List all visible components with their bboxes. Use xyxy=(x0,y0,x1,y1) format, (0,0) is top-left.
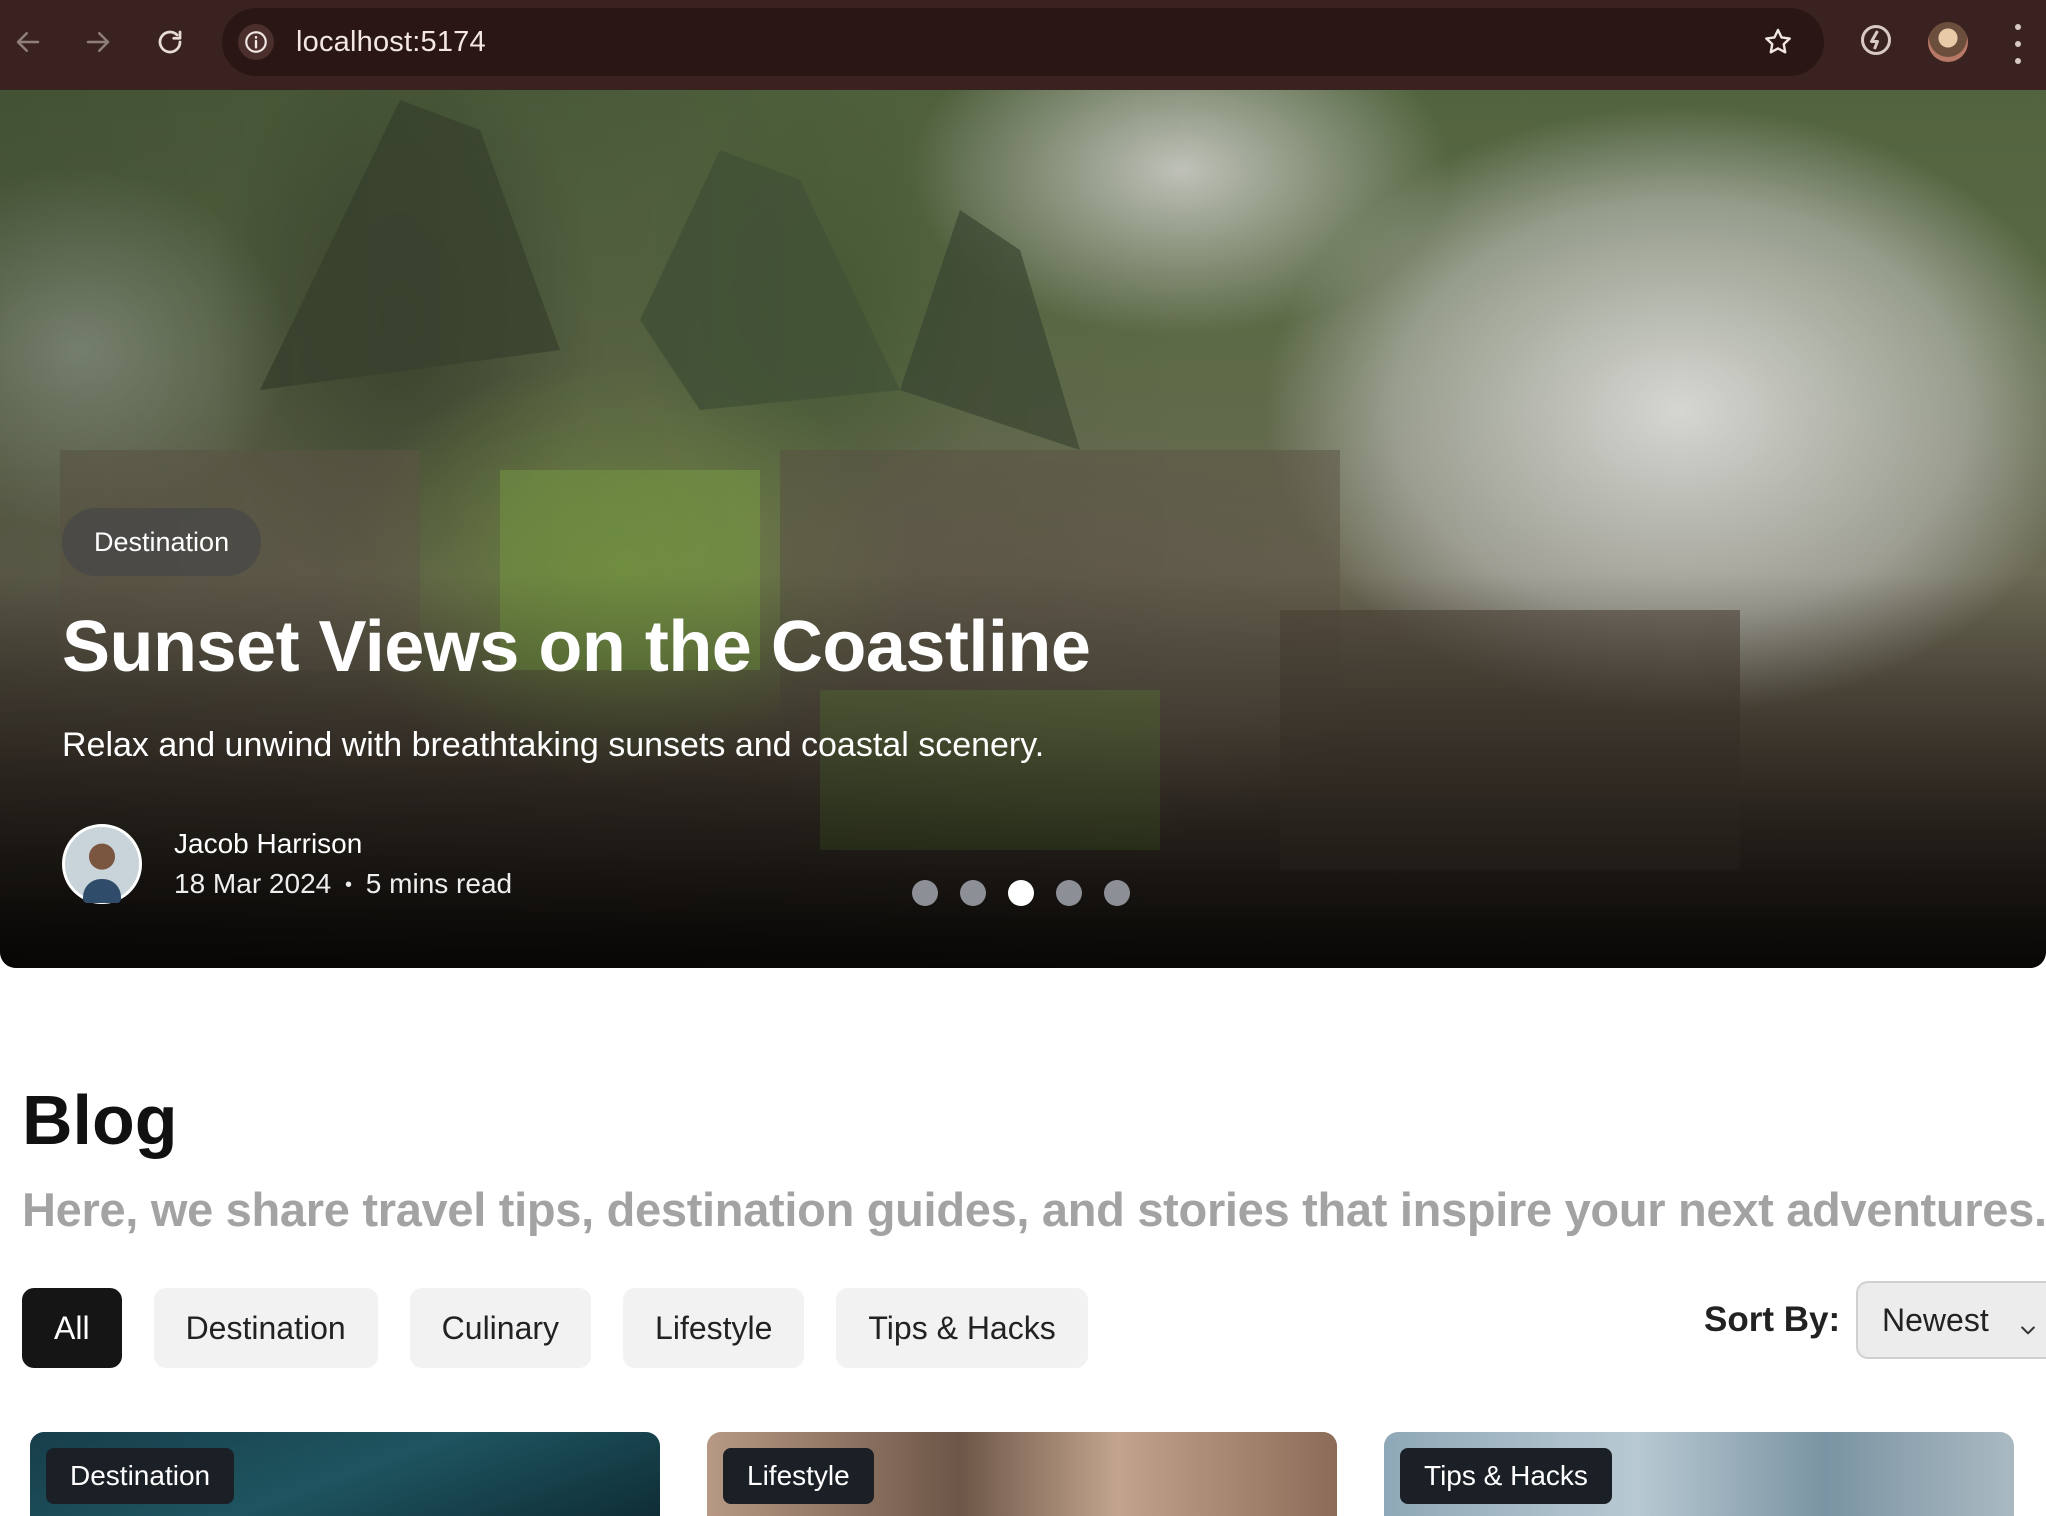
category-filters: All Destination Culinary Lifestyle Tips … xyxy=(22,1288,1088,1368)
browser-toolbar: localhost:5174 xyxy=(0,0,2046,90)
filter-all[interactable]: All xyxy=(22,1288,122,1368)
card-category-badge: Lifestyle xyxy=(723,1448,874,1504)
card-category-badge: Tips & Hacks xyxy=(1400,1448,1612,1504)
page-subtitle: Here, we share travel tips, destination … xyxy=(22,1183,2046,1236)
hero-category-badge[interactable]: Destination xyxy=(62,508,262,576)
sort-label: Sort By: xyxy=(1704,1300,1841,1339)
extension-icon[interactable] xyxy=(1858,22,1894,63)
sort-value: Newest xyxy=(1882,1301,1989,1338)
site-info-icon[interactable] xyxy=(238,24,274,60)
hero-description: Relax and unwind with breathtaking sunse… xyxy=(62,726,1045,764)
carousel-dot[interactable] xyxy=(912,880,938,906)
page-title: Blog xyxy=(22,1081,178,1159)
chevron-down-icon xyxy=(2018,1311,2038,1348)
forward-arrow-icon[interactable] xyxy=(78,22,118,62)
sort-select[interactable]: Newest xyxy=(1856,1281,2046,1359)
author-avatar xyxy=(62,824,142,904)
carousel-dot[interactable] xyxy=(1056,880,1082,906)
carousel-dots xyxy=(912,880,1130,906)
card-category-badge: Destination xyxy=(46,1448,235,1504)
carousel-dot[interactable] xyxy=(1104,880,1130,906)
menu-kebab-icon[interactable] xyxy=(2010,24,2026,64)
blog-card[interactable]: Tips & Hacks xyxy=(1384,1432,2014,1516)
author-name: Jacob Harrison xyxy=(174,828,363,859)
filter-tips-hacks[interactable]: Tips & Hacks xyxy=(836,1288,1088,1368)
address-bar[interactable]: localhost:5174 xyxy=(222,8,1824,76)
post-date: 18 Mar 2024 xyxy=(174,868,332,899)
author-meta: 18 Mar 2024 • 5 mins read xyxy=(174,868,512,900)
bookmark-star-icon[interactable] xyxy=(1762,26,1794,63)
filter-lifestyle[interactable]: Lifestyle xyxy=(623,1288,805,1368)
reload-icon[interactable] xyxy=(150,22,190,62)
hero-title[interactable]: Sunset Views on the Coastline xyxy=(62,606,1091,688)
filter-destination[interactable]: Destination xyxy=(153,1288,378,1368)
carousel-dot[interactable] xyxy=(960,880,986,906)
meta-separator: • xyxy=(345,874,353,897)
hero-carousel[interactable]: Destination Sunset Views on the Coastlin… xyxy=(0,90,2046,968)
blog-card[interactable]: Destination xyxy=(30,1432,660,1516)
back-arrow-icon[interactable] xyxy=(8,22,48,62)
url-text: localhost:5174 xyxy=(296,26,486,58)
carousel-dot[interactable] xyxy=(1008,880,1034,906)
profile-avatar[interactable] xyxy=(1928,22,1968,62)
filter-culinary[interactable]: Culinary xyxy=(409,1288,592,1368)
read-time: 5 mins read xyxy=(365,868,513,899)
blog-card[interactable]: Lifestyle xyxy=(707,1432,1337,1516)
